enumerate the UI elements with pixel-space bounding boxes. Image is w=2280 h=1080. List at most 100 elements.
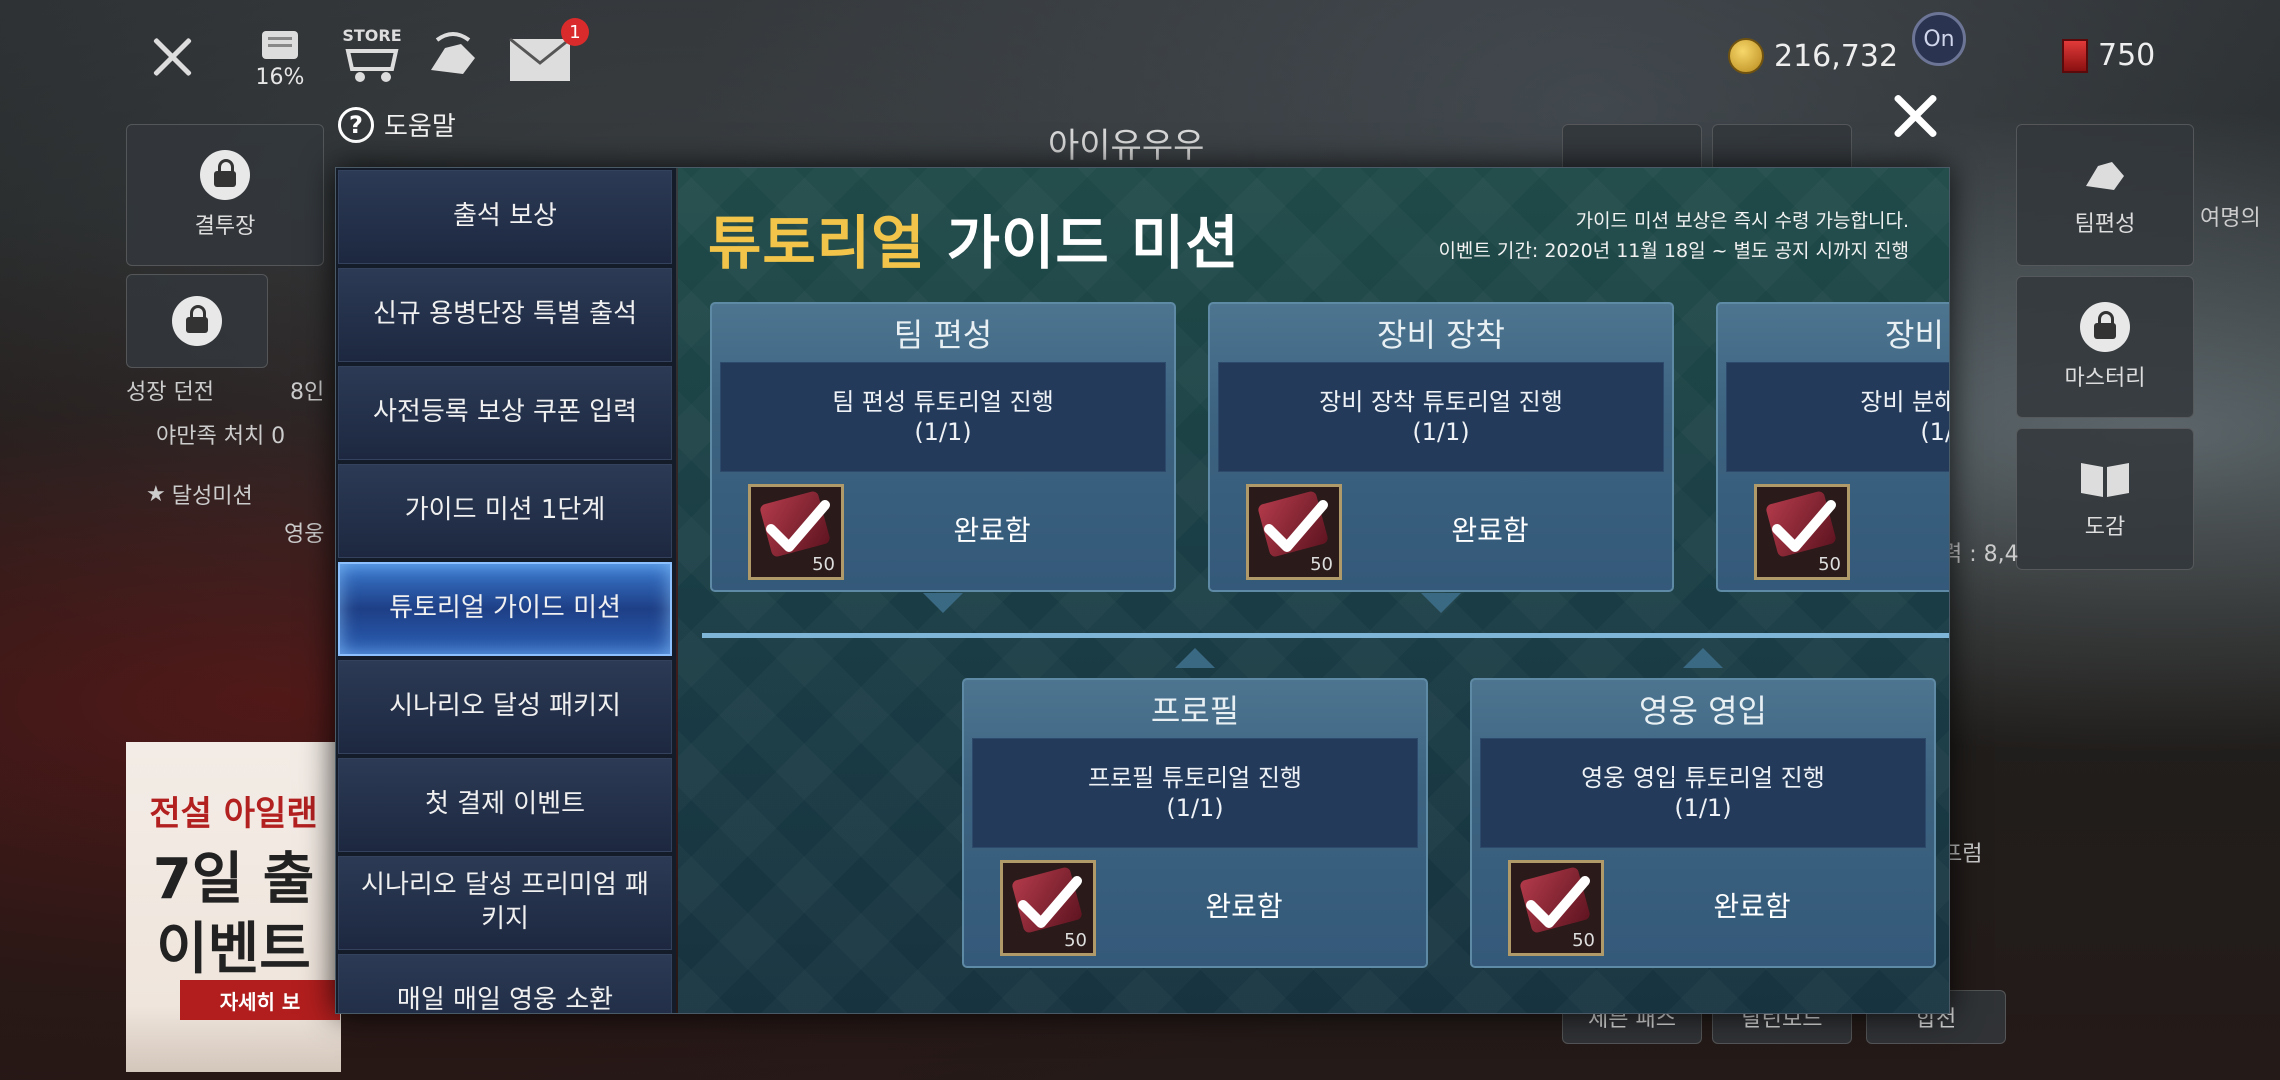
achievement-text: 달성미션 — [171, 484, 253, 509]
mission-title: 팀 편성 — [893, 316, 993, 354]
mission-desc: 프로필 튜토리얼 진행 (1/1) — [972, 738, 1418, 848]
modal-close-icon[interactable] — [1888, 88, 1944, 144]
mission-divider — [702, 633, 1949, 638]
handshake-icon — [431, 32, 475, 74]
mail-icon — [509, 37, 571, 81]
menu-item-scenario-premium[interactable]: 시나리오 달성 프리미엄 패키지 — [338, 856, 672, 950]
event-menu: 출석 보상 신규 용병단장 특별 출석 사전등록 보상 쿠폰 입력 가이드 미션… — [336, 168, 676, 1013]
mail-badge: 1 — [561, 18, 589, 46]
mission-card-profile: 프로필 프로필 튜토리얼 진행 (1/1) 50 완료함 — [962, 678, 1428, 968]
store-label: STORE — [342, 25, 402, 45]
mission-title: 영웅 영입 — [1639, 692, 1767, 730]
mission-status: 완료함 — [1205, 890, 1283, 923]
mission-desc: 장비 장착 튜토리얼 진행 (1/1) — [1218, 362, 1664, 472]
scroll-icon — [262, 30, 298, 59]
reward-qty: 50 — [1064, 930, 1087, 951]
npc-name: 아이유우우 — [1048, 126, 1205, 166]
notice-line2: 이벤트 기간: 2020년 11월 18일 ~ 별도 공지 시까지 진행 — [1438, 240, 1909, 262]
lock-icon — [2080, 302, 2130, 352]
reward-item[interactable]: 50 — [748, 484, 844, 580]
gold-coin-icon — [1728, 38, 1764, 74]
connector-arrow — [1683, 648, 1723, 668]
mail-button[interactable]: 1 — [505, 18, 589, 90]
menu-item-daily-summon[interactable]: 매일 매일 영웅 소환 — [338, 954, 672, 1013]
reward-item[interactable]: 50 — [1754, 484, 1850, 580]
menu-item-tutorial[interactable]: 튜토리얼 가이드 미션 — [338, 562, 672, 656]
progress-scroll-icon[interactable]: 16% — [250, 22, 310, 92]
banner-line1: 전설 아일랜 — [149, 794, 318, 834]
close-icon[interactable] — [148, 32, 198, 82]
mission-progress: (1/1) — [1674, 794, 1732, 822]
mission-status: 완료함 — [953, 514, 1031, 547]
mission-card-dismantle: 장비 분해 장비 분해 및 강화 (1/1) 50 — [1716, 302, 1949, 592]
help-icon: ? — [338, 106, 374, 143]
title-highlight: 튜토리얼 — [708, 209, 926, 277]
page-title: 튜토리얼 가이드 미션 — [708, 196, 1240, 280]
menu-item-scenario-package[interactable]: 시나리오 달성 패키지 — [338, 660, 672, 754]
mission-progress: (1/1) — [914, 418, 972, 446]
handshake-button[interactable] — [420, 22, 486, 92]
mastery-button[interactable]: 마스터리 — [2016, 276, 2194, 418]
mission-desc-text: 장비 분해 및 강화 — [1860, 388, 1949, 416]
connector-arrow — [1175, 648, 1215, 668]
reward-qty: 50 — [812, 554, 835, 575]
lock-icon — [200, 150, 250, 200]
menu-item-attendance[interactable]: 출석 보상 — [338, 170, 672, 264]
mission-desc: 팀 편성 튜토리얼 진행 (1/1) — [720, 362, 1166, 472]
event-banner[interactable]: 전설 아일랜 7일 출 이벤트 자세히 보 — [126, 742, 341, 1072]
team-setup-label: 팀편성 — [2074, 212, 2136, 237]
growth-dungeon-count: 8인 — [290, 380, 325, 405]
mission-desc: 영웅 영입 튜토리얼 진행 (1/1) — [1480, 738, 1926, 848]
mission-progress: (1/1) — [1166, 794, 1224, 822]
star-badge-icon: ★ — [146, 481, 166, 507]
notice-line1: 가이드 미션 보상은 즉시 수령 가능합니다. — [1575, 210, 1909, 232]
gem-amount: 750 — [2098, 38, 2156, 73]
mission-desc: 장비 분해 및 강화 (1/1) — [1726, 362, 1949, 472]
mission-desc-text: 장비 장착 튜토리얼 진행 — [1319, 388, 1563, 416]
mastery-label: 마스터리 — [2064, 366, 2146, 391]
gem-display: 750 — [2062, 38, 2155, 73]
mission-title: 장비 분해 — [1885, 316, 1949, 354]
gold-amount: 216,732 — [1774, 38, 1899, 74]
help-label: 도움말 — [384, 112, 456, 142]
mission-desc-text: 팀 편성 튜토리얼 진행 — [832, 388, 1054, 416]
title-rest: 가이드 미션 — [925, 209, 1240, 277]
mission-card-hero: 영웅 영입 영웅 영입 튜토리얼 진행 (1/1) 50 완료함 — [1470, 678, 1936, 968]
reward-qty: 50 — [1818, 554, 1841, 575]
banner-detail-button[interactable]: 자세히 보 — [180, 980, 340, 1020]
menu-item-coupon[interactable]: 사전등록 보상 쿠폰 입력 — [338, 366, 672, 460]
hero-partial-label: 영웅 — [284, 522, 325, 547]
reward-item[interactable]: 50 — [1246, 484, 1342, 580]
progress-label: 16% — [255, 64, 305, 90]
reward-item[interactable]: 50 — [1508, 860, 1604, 956]
store-button[interactable]: STORE — [336, 20, 408, 90]
menu-item-new-leader[interactable]: 신규 용병단장 특별 출석 — [338, 268, 672, 362]
mission-content: 튜토리얼 가이드 미션 가이드 미션 보상은 즉시 수령 가능합니다. 이벤트 … — [678, 168, 1949, 1013]
book-icon — [2081, 463, 2129, 497]
right-partial-2: 력 : 8,4 — [1942, 542, 2019, 567]
lock-icon — [172, 296, 222, 346]
menu-item-guide-1[interactable]: 가이드 미션 1단계 — [338, 464, 672, 558]
growth-dungeon-lock[interactable] — [126, 274, 268, 368]
team-setup-button[interactable]: 팀편성 — [2016, 124, 2194, 266]
banner-line2: 7일 출 — [152, 847, 315, 912]
on-toggle[interactable]: On — [1912, 12, 1966, 66]
right-partial-1: 여명의 — [2200, 206, 2261, 231]
achievement-label[interactable]: ★ 달성미션 — [146, 478, 253, 510]
mission-status: 완료함 — [1451, 514, 1529, 547]
connector-arrow — [1421, 593, 1461, 613]
menu-item-first-purchase[interactable]: 첫 결제 이벤트 — [338, 758, 672, 852]
reward-qty: 50 — [1310, 554, 1333, 575]
reward-item[interactable]: 50 — [1000, 860, 1096, 956]
event-modal: 출석 보상 신규 용병단장 특별 출석 사전등록 보상 쿠폰 입력 가이드 미션… — [335, 167, 1950, 1014]
help-button[interactable]: ? 도움말 — [338, 106, 456, 143]
mission-title: 프로필 — [1150, 692, 1240, 730]
mission-card-team: 팀 편성 팀 편성 튜토리얼 진행 (1/1) 50 완료함 — [710, 302, 1176, 592]
arena-label: 결투장 — [194, 214, 256, 239]
mission-title: 장비 장착 — [1377, 316, 1505, 354]
codex-button[interactable]: 도감 — [2016, 428, 2194, 570]
barbarian-label: 야만족 처치 0 — [156, 424, 286, 449]
arena-button[interactable]: 결투장 — [126, 124, 324, 266]
mission-progress: (1/1) — [1412, 418, 1470, 446]
handshake-icon — [2086, 162, 2124, 190]
